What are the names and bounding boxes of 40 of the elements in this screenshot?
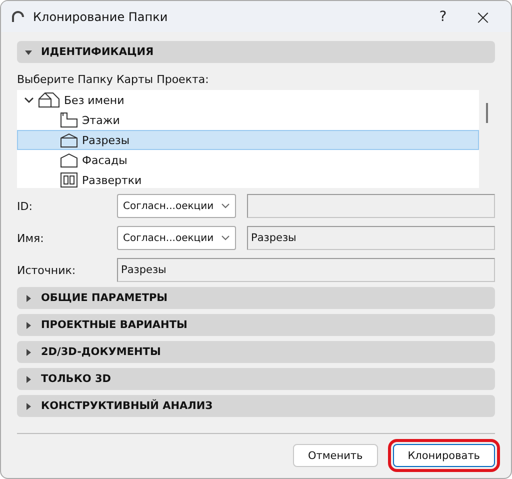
tree-item[interactable]: Фасады: [17, 150, 480, 170]
close-button[interactable]: ×: [467, 4, 499, 28]
tree-item[interactable]: Разрезы: [17, 130, 480, 150]
house-icon: [38, 92, 60, 108]
tree-item[interactable]: Развертки: [17, 170, 480, 188]
scrollbar-thumb[interactable]: [486, 103, 488, 123]
section-header[interactable]: ТОЛЬКО 3D: [17, 368, 495, 390]
expand-triangle-icon[interactable]: [25, 294, 32, 302]
tree-item[interactable]: Этажи: [17, 110, 480, 130]
section-icon: [60, 132, 78, 148]
dropdown[interactable]: Согласн...оекции: [117, 194, 236, 218]
collapse-triangle-icon[interactable]: [25, 48, 32, 56]
tree-item[interactable]: Без имени: [17, 90, 480, 110]
text-field[interactable]: Разрезы: [117, 258, 495, 282]
tree-label: Выберите Папку Карты Проекта:: [17, 73, 210, 86]
field-label: Имя:: [17, 232, 45, 244]
floor-plan-icon: [60, 112, 78, 128]
window-title: Клонирование Папки: [33, 10, 169, 24]
field-label: Источник:: [17, 264, 77, 276]
chevron-icon: [221, 203, 230, 209]
expand-triangle-icon[interactable]: [25, 376, 32, 382]
app-logo-icon: [11, 10, 25, 22]
dialog-button[interactable]: Отменить: [292, 444, 378, 467]
elevation-icon: [60, 152, 78, 168]
expand-triangle-icon[interactable]: [25, 402, 32, 410]
help-button[interactable]: ?: [427, 8, 459, 24]
interior-icon: [60, 172, 78, 188]
section-header[interactable]: ОБЩИЕ ПАРАМЕТРЫ: [17, 287, 495, 309]
chevron-icon[interactable]: [24, 96, 34, 104]
section-header[interactable]: ИДЕНТИФИКАЦИЯ: [17, 41, 495, 63]
text-field[interactable]: [247, 194, 495, 218]
chevron-icon: [221, 235, 230, 241]
field-label: ID:: [17, 200, 34, 212]
dropdown[interactable]: Согласн...оекции: [117, 226, 236, 250]
expand-triangle-icon[interactable]: [25, 348, 32, 356]
section-header[interactable]: КОНСТРУКТИВНЫЙ АНАЛИЗ: [17, 395, 495, 417]
section-header[interactable]: ПРОЕКТНЫЕ ВАРИАНТЫ: [17, 314, 495, 336]
expand-triangle-icon[interactable]: [25, 322, 32, 328]
text-field[interactable]: Разрезы: [247, 226, 495, 250]
section-header[interactable]: 2D/3D-ДОКУМЕНТЫ: [17, 341, 495, 363]
